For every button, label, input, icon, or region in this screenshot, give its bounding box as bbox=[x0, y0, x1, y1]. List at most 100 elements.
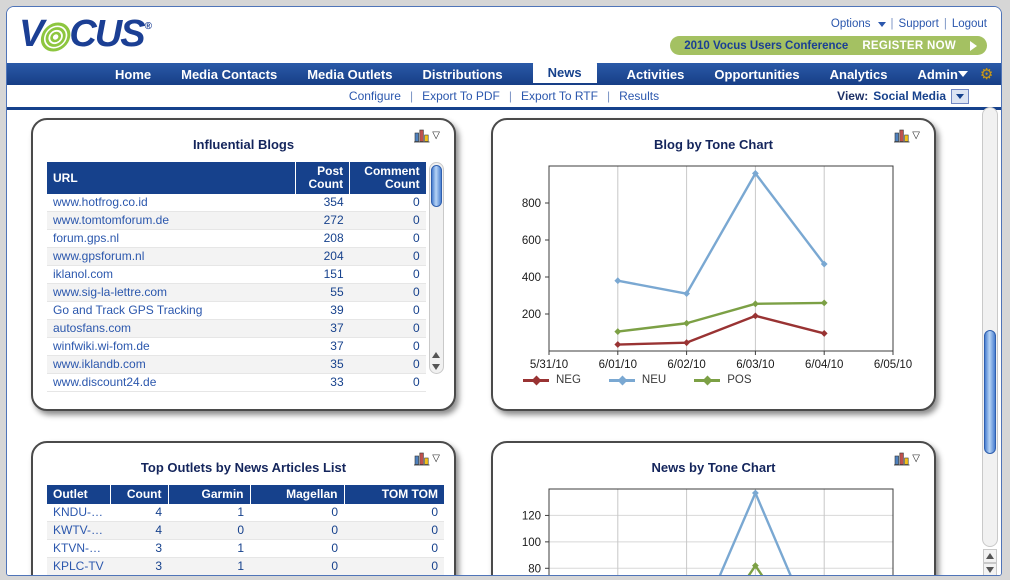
chart-legend: NEG NEU POS bbox=[523, 374, 934, 386]
subnav-link-results[interactable]: Results bbox=[619, 89, 659, 103]
legend-label: NEG bbox=[556, 374, 581, 386]
panel-menu-button[interactable]: ▽ bbox=[413, 129, 440, 143]
nav-item-media-outlets[interactable]: Media Outlets bbox=[307, 67, 392, 82]
row-link[interactable]: Go and Track GPS Tracking bbox=[47, 301, 296, 320]
panel-title: Blog by Tone Chart bbox=[654, 137, 773, 152]
gear-icon[interactable]: ⚙ bbox=[980, 67, 993, 82]
scrollbar-arrows bbox=[983, 549, 997, 575]
row-link[interactable]: autosfans.com bbox=[47, 319, 296, 338]
row-link[interactable]: KTVN-TV bbox=[47, 539, 110, 558]
row-link[interactable]: www.iklandb.com bbox=[47, 355, 296, 374]
panel-menu-button[interactable]: ▽ bbox=[413, 452, 440, 466]
separator: | bbox=[409, 89, 414, 103]
chevron-down-icon[interactable] bbox=[957, 71, 968, 77]
bar-chart-icon bbox=[414, 129, 430, 143]
scroll-down-button[interactable] bbox=[983, 563, 997, 575]
svg-text:200: 200 bbox=[522, 309, 541, 321]
row-value: 1 bbox=[168, 539, 250, 558]
row-link[interactable]: iklanol.com bbox=[47, 265, 296, 284]
arrow-down-icon bbox=[986, 567, 994, 573]
column-header-tom-tom[interactable]: TOM TOM bbox=[344, 485, 444, 504]
legend-diamond-icon bbox=[702, 375, 713, 385]
nav-item-analytics[interactable]: Analytics bbox=[830, 67, 888, 82]
page-scrollbar[interactable] bbox=[982, 107, 998, 575]
arrow-up-icon[interactable] bbox=[432, 352, 441, 358]
row-value: 0 bbox=[250, 539, 344, 558]
scrollbar-track[interactable] bbox=[982, 107, 998, 547]
subnav-link-configure[interactable]: Configure bbox=[349, 89, 401, 103]
row-value: 0 bbox=[250, 504, 344, 522]
tab-news[interactable]: News bbox=[532, 56, 597, 83]
row-link[interactable]: winfwiki.wi-fom.de bbox=[47, 337, 296, 356]
scrollbar-thumb[interactable] bbox=[430, 165, 442, 207]
row-value: 1 bbox=[168, 504, 250, 522]
chevron-down-icon bbox=[877, 21, 886, 27]
column-header-count[interactable]: Count bbox=[110, 485, 169, 504]
separator: | bbox=[943, 18, 947, 30]
row-link[interactable]: www.sig-la-lettre.com bbox=[47, 283, 296, 302]
row-link[interactable]: www.hotfrog.co.id bbox=[47, 194, 296, 212]
nav-item-admin[interactable]: Admin bbox=[917, 67, 957, 82]
logo-swirl-o-icon bbox=[41, 22, 71, 51]
legend-item-pos: POS bbox=[694, 374, 752, 386]
sub-nav: Configure | Export To PDF | Export To RTF | Re… bbox=[7, 85, 1001, 107]
row-value: 4 bbox=[110, 521, 168, 540]
column-header-url[interactable]: URL bbox=[47, 162, 297, 194]
top-link-support[interactable]: Support bbox=[899, 18, 939, 30]
column-header-post-count[interactable]: Post Count bbox=[295, 162, 351, 194]
nav-item-home[interactable]: Home bbox=[115, 67, 151, 82]
table-row: www.discount24.de 33 0 bbox=[47, 373, 426, 392]
arrow-right-icon bbox=[970, 40, 977, 51]
top-link-logout[interactable]: Logout bbox=[952, 18, 987, 30]
separator: | bbox=[606, 89, 611, 103]
row-link[interactable]: www.tomtomforum.de bbox=[47, 211, 296, 230]
svg-text:80: 80 bbox=[528, 563, 541, 575]
chevron-down-icon: ▽ bbox=[432, 453, 440, 464]
legend-diamond-icon bbox=[531, 375, 542, 385]
arrow-up-icon bbox=[986, 553, 994, 559]
view-dropdown-button[interactable] bbox=[951, 88, 969, 104]
legend-item-neu: NEU bbox=[608, 374, 666, 386]
panel-menu-button[interactable]: ▽ bbox=[893, 129, 920, 143]
legend-label: POS bbox=[727, 374, 752, 386]
panel-menu-button[interactable]: ▽ bbox=[893, 452, 920, 466]
nav-item-opportunities[interactable]: Opportunities bbox=[714, 67, 799, 82]
column-header-outlet[interactable]: Outlet bbox=[47, 485, 111, 504]
vocus-logo[interactable]: V CUS ® bbox=[19, 13, 152, 56]
scrollbar-thumb[interactable] bbox=[984, 330, 996, 454]
arrow-down-icon[interactable] bbox=[432, 364, 441, 370]
news-by-tone-panel: ▽ News by Tone Chart 204060801001205/31/… bbox=[491, 441, 936, 575]
row-link[interactable]: KWTV-TV bbox=[47, 521, 110, 540]
row-link[interactable]: KPLC-TV bbox=[47, 557, 110, 575]
column-header-garmin[interactable]: Garmin bbox=[168, 485, 251, 504]
row-link[interactable]: www.discount24.de bbox=[47, 373, 296, 392]
row-link[interactable]: www.gpsforum.nl bbox=[47, 247, 296, 266]
row-link[interactable]: KNDU-TV bbox=[47, 504, 110, 522]
table-scrollbar[interactable] bbox=[428, 162, 444, 374]
nav-item-media-contacts[interactable]: Media Contacts bbox=[181, 67, 277, 82]
conference-banner[interactable]: 2010 Vocus Users Conference REGISTER NOW bbox=[670, 36, 987, 55]
content-area: ▽ Influential Blogs URL Post Count Comment… bbox=[7, 110, 1001, 575]
row-value: 204 bbox=[295, 247, 350, 266]
top-links: Options | Support | Logout bbox=[831, 18, 987, 30]
table-row: www.gpsforum.nl 204 0 bbox=[47, 247, 426, 266]
row-value: 354 bbox=[295, 194, 350, 212]
top-link-options[interactable]: Options bbox=[831, 18, 871, 30]
register-now-button[interactable]: REGISTER NOW bbox=[862, 40, 956, 52]
svg-text:120: 120 bbox=[522, 510, 541, 522]
row-value: 3 bbox=[110, 539, 168, 558]
scroll-up-button[interactable] bbox=[983, 549, 997, 563]
svg-text:800: 800 bbox=[522, 198, 541, 210]
subnav-link-export-to-rtf[interactable]: Export To RTF bbox=[521, 89, 598, 103]
legend-item-neg: NEG bbox=[523, 374, 581, 386]
row-value: 0 bbox=[344, 539, 444, 558]
column-header-magellan[interactable]: Magellan bbox=[250, 485, 345, 504]
table-row: Go and Track GPS Tracking 39 0 bbox=[47, 301, 426, 320]
subnav-link-export-to-pdf[interactable]: Export To PDF bbox=[422, 89, 500, 103]
column-header-comment-count[interactable]: Comment Count bbox=[349, 162, 426, 194]
nav-item-distributions[interactable]: Distributions bbox=[422, 67, 502, 82]
row-value: 272 bbox=[295, 211, 350, 230]
row-link[interactable]: forum.gps.nl bbox=[47, 229, 296, 248]
nav-item-activities[interactable]: Activities bbox=[627, 67, 685, 82]
panel-title: Influential Blogs bbox=[192, 137, 295, 152]
